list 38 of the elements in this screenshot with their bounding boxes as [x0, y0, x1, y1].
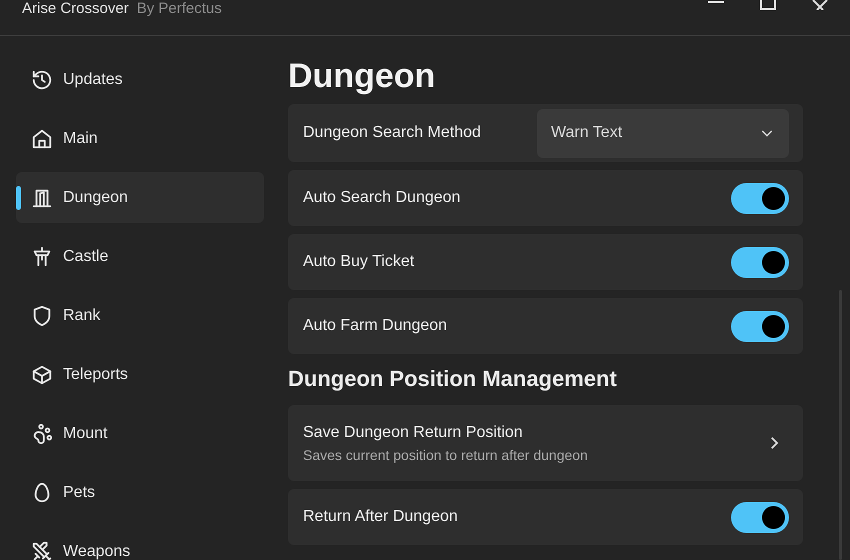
- shield-icon: [31, 304, 53, 326]
- sidebar-item[interactable]: Main: [16, 113, 264, 164]
- setting-label: Dungeon Search Method: [303, 123, 481, 143]
- tower-icon: [31, 246, 53, 268]
- window-title: Arise Crossover: [22, 0, 129, 19]
- sidebar-item[interactable]: Rank: [16, 290, 264, 341]
- toggle-switch[interactable]: [731, 310, 789, 342]
- selection-indicator: [16, 186, 21, 210]
- toggle-switch[interactable]: [731, 182, 789, 214]
- sidebar-item[interactable]: Pets: [16, 467, 264, 518]
- section-title: Dungeon Position Management: [288, 365, 618, 393]
- page-title: Dungeon: [288, 56, 436, 96]
- sidebar-item[interactable]: Teleports: [16, 349, 264, 400]
- dropdown[interactable]: Warn Text: [537, 108, 789, 158]
- home-icon: [31, 128, 53, 150]
- dropdown-value: Warn Text: [551, 123, 622, 143]
- history-icon: [31, 68, 53, 90]
- paw-icon: [31, 422, 53, 444]
- toggle-switch[interactable]: [731, 502, 789, 532]
- sidebar-item[interactable]: Weapons: [16, 526, 264, 560]
- sidebar-item[interactable]: Dungeon: [16, 172, 264, 223]
- action-row[interactable]: Save Dungeon Return Position Saves current position to return after dungeon: [288, 405, 803, 481]
- setting-label: Auto Farm Dungeon: [303, 316, 448, 336]
- window-subtitle: By Perfectus: [136, 0, 222, 19]
- action-label: Save Dungeon Return Position: [303, 422, 524, 442]
- sidebar-item[interactable]: Updates: [16, 54, 264, 105]
- sidebar-item[interactable]: Castle: [16, 231, 264, 282]
- close-icon[interactable]: [812, 0, 828, 10]
- maximize-icon[interactable]: [760, 0, 776, 10]
- setting-label: Return After Dungeon: [303, 507, 458, 527]
- box-icon: [31, 364, 53, 386]
- sidebar-item[interactable]: Mount: [16, 408, 264, 459]
- swords-icon: [31, 540, 53, 560]
- setting-label: Auto Buy Ticket: [303, 252, 414, 272]
- minimize-icon[interactable]: [708, 0, 724, 4]
- toggle-switch[interactable]: [731, 246, 789, 278]
- setting-label: Auto Search Dungeon: [303, 188, 460, 208]
- action-description: Saves current position to return after dungeon: [303, 446, 588, 465]
